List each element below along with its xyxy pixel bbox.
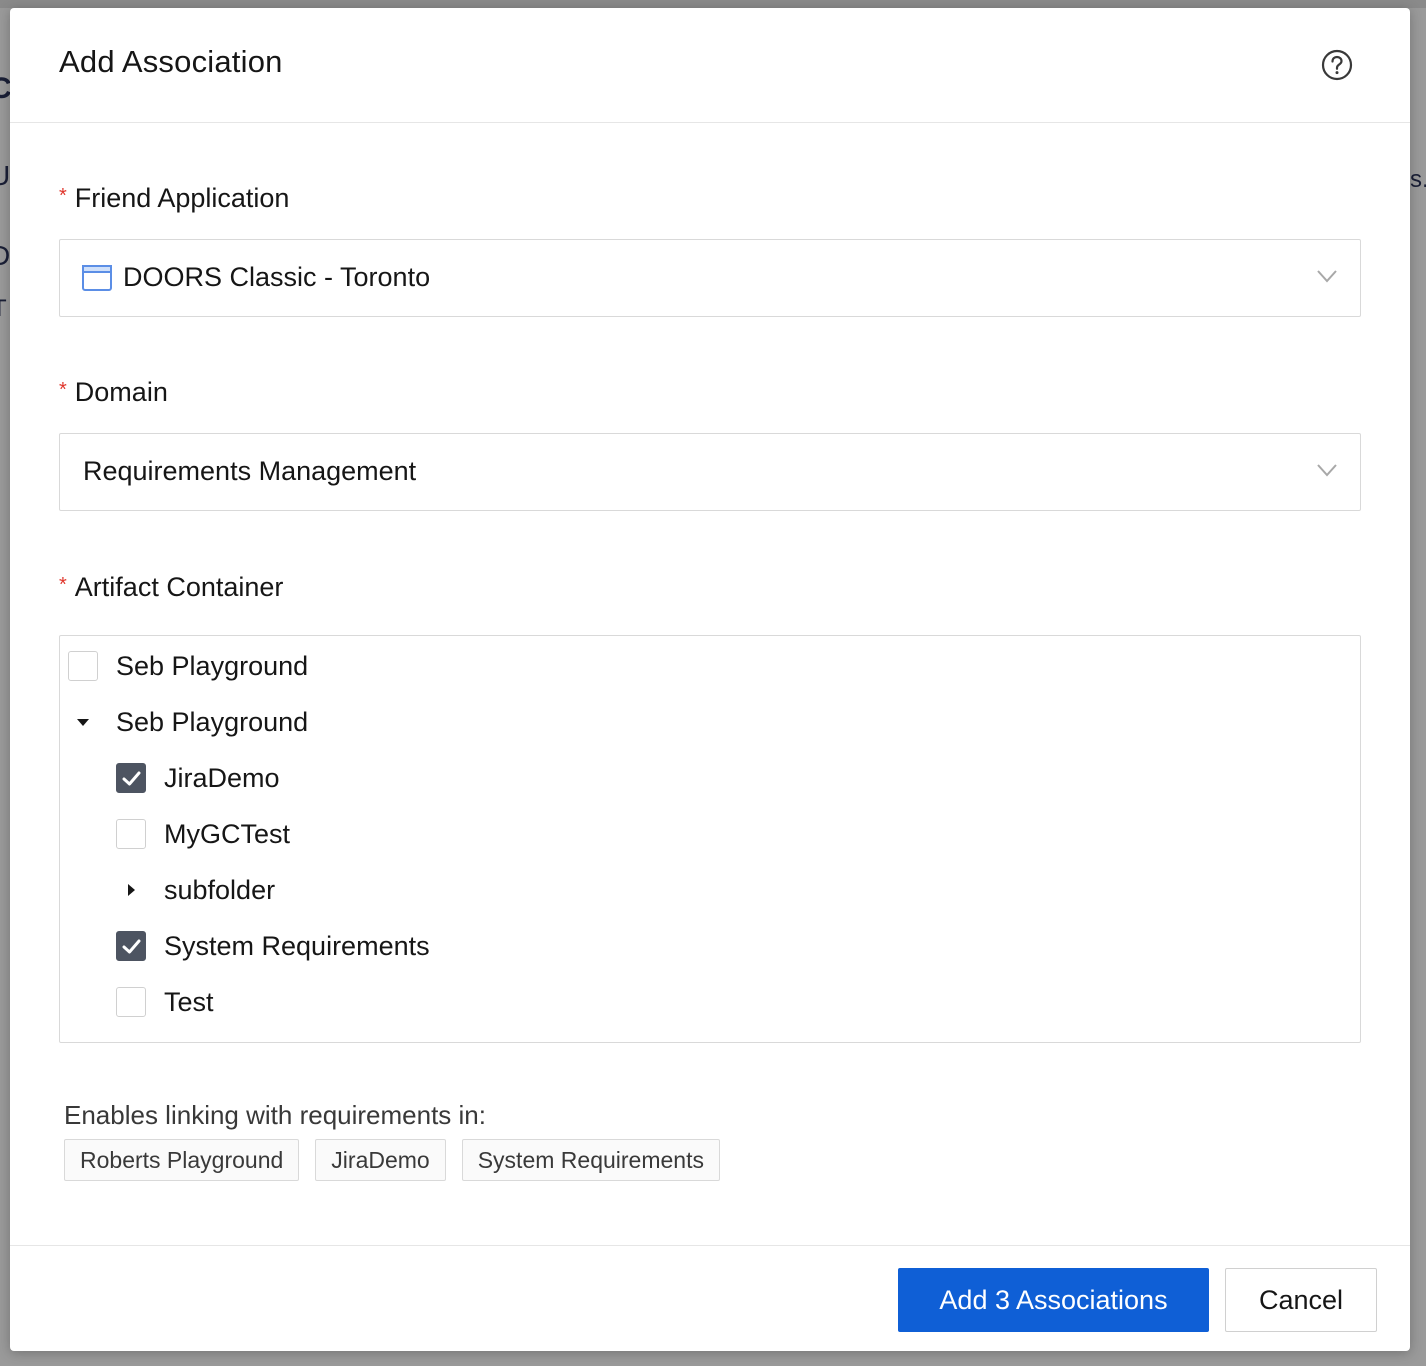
checkbox[interactable] [68,651,98,681]
checkbox-checked[interactable] [116,931,146,961]
linking-tag: JiraDemo [315,1139,446,1181]
checkmark-icon [122,771,141,786]
required-marker: * [59,379,67,401]
tree-item-label: Seb Playground [116,706,309,737]
tree-item-jirademo[interactable]: JiraDemo [116,758,280,798]
tree-item-label: System Requirements [164,930,430,961]
linking-info-label: Enables linking with requirements in: [64,1100,486,1130]
chevron-down-icon [1317,270,1337,283]
tree-item-label: Test [164,986,214,1017]
dialog-title: Add Association [59,44,283,79]
chevron-down-icon [1317,464,1337,477]
checkbox[interactable] [116,987,146,1017]
domain-label: * Domain [59,377,168,408]
add-association-dialog: Add Association * Friend Application DOOR… [10,8,1410,1351]
cancel-button[interactable]: Cancel [1225,1268,1377,1332]
tree-item-seb-playground-folder[interactable]: Seb Playground [68,702,308,742]
tree-item-label: JiraDemo [164,762,280,793]
tree-item-mygctest[interactable]: MyGCTest [116,814,290,854]
required-marker: * [59,574,67,596]
tree-item-label: Seb Playground [116,650,309,681]
dialog-header: Add Association [10,8,1410,123]
tree-item-test[interactable]: Test [116,982,214,1022]
background-text-fragment: s. [1410,166,1426,193]
artifact-container-label: * Artifact Container [59,572,283,603]
checkbox[interactable] [116,819,146,849]
domain-label-text: Domain [74,377,168,407]
dialog-footer: Add 3 Associations Cancel [10,1245,1410,1352]
linking-tag: Roberts Playground [64,1139,300,1181]
checkmark-icon [122,939,141,954]
tree-item-system-requirements[interactable]: System Requirements [116,926,430,966]
domain-select[interactable]: Requirements Management [59,433,1361,511]
friend-application-label-text: Friend Application [74,183,290,213]
tree-item-seb-playground-checkbox[interactable]: Seb Playground [68,646,308,686]
domain-value: Requirements Management [83,456,417,486]
friend-application-label: * Friend Application [59,183,289,214]
background-top-strip [0,0,1426,8]
artifact-container-label-text: Artifact Container [74,572,284,602]
caret-right-icon[interactable] [116,875,146,905]
tree-item-label: subfolder [164,874,276,905]
checkbox-checked[interactable] [116,763,146,793]
question-circle-icon[interactable] [1320,48,1354,82]
tree-item-subfolder[interactable]: subfolder [116,870,275,910]
linking-tag: System Requirements [461,1139,720,1181]
background-text-fragment: T [0,295,7,323]
artifact-container-tree: Seb Playground Seb Playground JiraDemo M… [59,635,1361,1043]
friend-application-select[interactable]: DOORS Classic - Toronto [59,239,1361,317]
linking-tags: Roberts Playground JiraDemo System Requi… [64,1139,720,1181]
friend-application-value: DOORS Classic - Toronto [123,262,431,292]
tree-item-label: MyGCTest [164,818,291,849]
background-text-fragment: D [0,240,11,271]
add-associations-button[interactable]: Add 3 Associations [898,1268,1209,1332]
required-marker: * [59,185,67,207]
application-window-icon [82,265,112,291]
background-text-fragment: U [0,160,11,191]
caret-down-icon[interactable] [68,707,98,737]
